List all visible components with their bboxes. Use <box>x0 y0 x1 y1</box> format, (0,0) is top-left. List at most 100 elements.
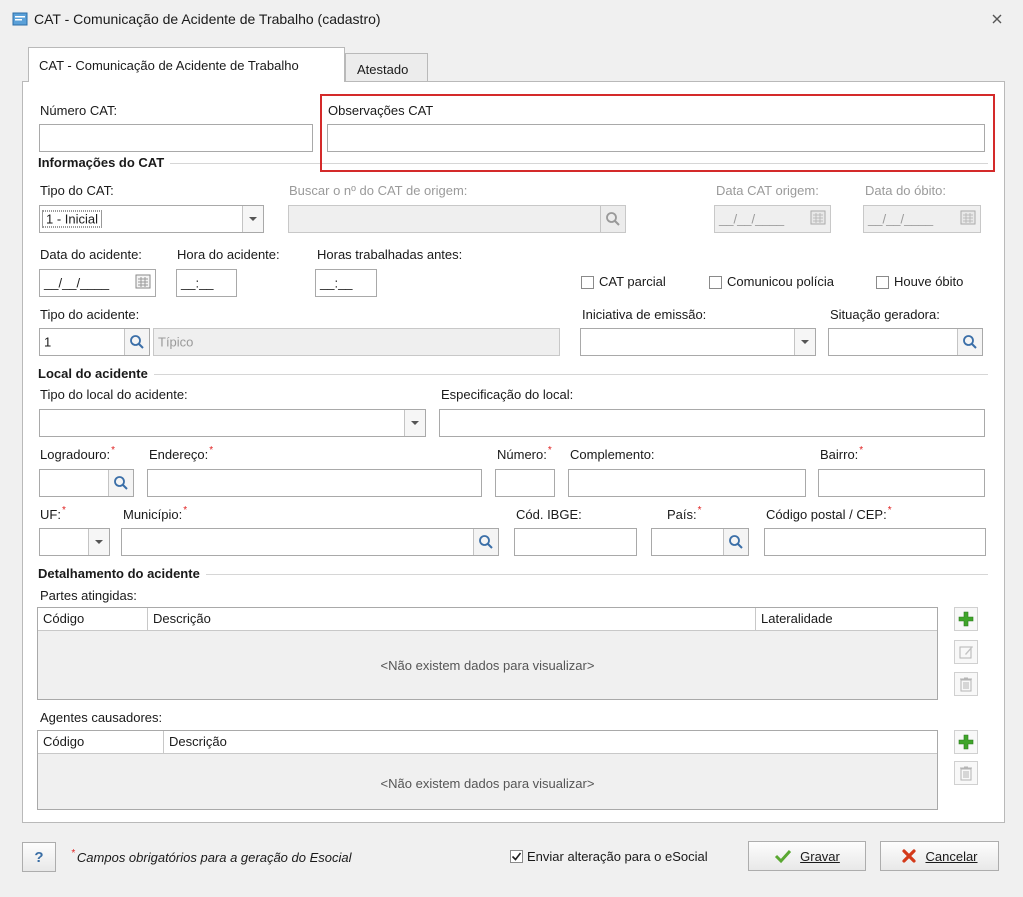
data-acidente-input[interactable]: __/__/____ <box>39 269 156 297</box>
horas-trabalhadas-input[interactable]: __:__ <box>315 269 377 297</box>
search-icon[interactable] <box>108 470 133 496</box>
add-parte-button[interactable] <box>954 607 978 631</box>
tab-atestado-label: Atestado <box>357 62 409 77</box>
data-obito-input[interactable]: __/__/____ <box>863 205 981 233</box>
chevron-down-icon[interactable] <box>88 529 109 555</box>
search-icon[interactable] <box>124 329 149 355</box>
add-agente-button[interactable] <box>954 730 978 754</box>
required-marker: * <box>697 505 702 516</box>
chevron-down-icon[interactable] <box>242 206 263 232</box>
help-button[interactable]: ? <box>22 842 56 872</box>
cat-parcial-label: CAT parcial <box>599 274 666 289</box>
houve-obito-checkbox[interactable] <box>876 276 889 289</box>
municipio-label: Município:* <box>123 505 188 522</box>
column-header-codigo[interactable]: Código <box>38 731 164 753</box>
window-title: CAT - Comunicação de Acidente de Trabalh… <box>34 11 381 27</box>
iniciativa-emissao-select[interactable] <box>580 328 816 356</box>
required-note: * Campos obrigatórios para a geração do E… <box>71 848 352 865</box>
required-marker: * <box>183 505 188 516</box>
horas-trabalhadas-label: Horas trabalhadas antes: <box>317 247 463 262</box>
trash-icon <box>960 766 972 781</box>
grid-header: Código Descrição <box>38 731 937 754</box>
data-acidente-label: Data do acidente: <box>40 247 142 262</box>
situacao-geradora-label: Situação geradora: <box>830 307 940 322</box>
section-local: Local do acidente <box>38 366 154 381</box>
calendar-icon[interactable] <box>135 273 151 289</box>
column-header-descricao[interactable]: Descrição <box>164 731 937 753</box>
column-header-lateralidade[interactable]: Lateralidade <box>756 608 937 630</box>
data-cat-origem-label: Data CAT origem: <box>716 183 819 198</box>
section-separator <box>40 374 988 375</box>
numero-input[interactable] <box>495 469 555 497</box>
tipo-acidente-code-input[interactable]: 1 <box>39 328 150 356</box>
especificacao-local-label: Especificação do local: <box>441 387 574 402</box>
search-icon[interactable] <box>600 206 625 232</box>
tab-cat-label: CAT - Comunicação de Acidente de Trabalh… <box>39 58 299 73</box>
delete-parte-button[interactable] <box>954 672 978 696</box>
edit-icon <box>959 646 973 659</box>
comunicou-policia-checkbox[interactable] <box>709 276 722 289</box>
required-marker: * <box>859 445 864 456</box>
endereco-input[interactable] <box>147 469 482 497</box>
column-header-codigo[interactable]: Código <box>38 608 148 630</box>
agentes-causadores-grid[interactable]: Código Descrição <Não existem dados para… <box>37 730 938 810</box>
agentes-causadores-label: Agentes causadores: <box>40 710 163 725</box>
chevron-down-icon[interactable] <box>794 329 815 355</box>
municipio-input[interactable] <box>121 528 499 556</box>
iniciativa-emissao-label: Iniciativa de emissão: <box>582 307 707 322</box>
tipo-cat-select[interactable]: 1 - Inicial <box>39 205 264 233</box>
hora-acidente-input[interactable]: __:__ <box>176 269 237 297</box>
bairro-input[interactable] <box>818 469 985 497</box>
data-obito-label: Data do óbito: <box>865 183 946 198</box>
comunicou-policia-label: Comunicou polícia <box>727 274 834 289</box>
chevron-down-icon[interactable] <box>404 410 425 436</box>
tab-cat[interactable]: CAT - Comunicação de Acidente de Trabalh… <box>28 47 345 82</box>
cat-parcial-checkbox[interactable] <box>581 276 594 289</box>
uf-select[interactable] <box>39 528 110 556</box>
plus-icon <box>958 734 974 750</box>
tipo-acidente-description: Típico <box>153 328 560 356</box>
numero-cat-input[interactable] <box>39 124 313 152</box>
especificacao-local-input[interactable] <box>439 409 985 437</box>
gravar-button[interactable]: Gravar <box>748 841 866 871</box>
title-bar: CAT - Comunicação de Acidente de Trabalh… <box>0 0 1023 38</box>
delete-agente-button[interactable] <box>954 761 978 785</box>
complemento-label: Complemento: <box>570 447 655 462</box>
data-cat-origem-input[interactable]: __/__/____ <box>714 205 831 233</box>
calendar-icon[interactable] <box>960 209 976 225</box>
pais-label: País:* <box>667 505 702 522</box>
search-icon[interactable] <box>473 529 498 555</box>
partes-atingidas-grid[interactable]: Código Descrição Lateralidade <Não exist… <box>37 607 938 700</box>
trash-icon <box>960 677 972 692</box>
complemento-input[interactable] <box>568 469 806 497</box>
tipo-acidente-label: Tipo do acidente: <box>40 307 140 322</box>
required-marker: * <box>61 505 66 516</box>
logradouro-input[interactable] <box>39 469 134 497</box>
pais-input[interactable] <box>651 528 749 556</box>
cod-ibge-input[interactable] <box>514 528 637 556</box>
uf-label: UF:* <box>40 505 66 522</box>
cep-input[interactable] <box>764 528 986 556</box>
situacao-geradora-input[interactable] <box>828 328 983 356</box>
cep-label: Código postal / CEP:* <box>766 505 892 522</box>
calendar-icon[interactable] <box>810 209 826 225</box>
tipo-local-select[interactable] <box>39 409 426 437</box>
cancelar-button[interactable]: Cancelar <box>880 841 999 871</box>
logradouro-label: Logradouro:* <box>40 445 116 462</box>
search-icon[interactable] <box>957 329 982 355</box>
enviar-esocial-checkbox[interactable] <box>510 850 523 863</box>
required-marker: * <box>547 445 552 456</box>
checkmark-icon <box>511 852 522 861</box>
cancel-x-icon <box>902 849 917 863</box>
check-icon <box>775 849 792 864</box>
buscar-origem-input[interactable] <box>288 205 626 233</box>
plus-icon <box>958 611 974 627</box>
edit-parte-button[interactable] <box>954 640 978 664</box>
search-icon[interactable] <box>723 529 748 555</box>
section-detalhamento: Detalhamento do acidente <box>38 566 206 581</box>
enviar-esocial-label: Enviar alteração para o eSocial <box>527 849 708 864</box>
grid-header: Código Descrição Lateralidade <box>38 608 937 631</box>
close-icon[interactable] <box>991 13 1003 25</box>
column-header-descricao[interactable]: Descrição <box>148 608 756 630</box>
tab-atestado[interactable]: Atestado <box>345 53 428 82</box>
